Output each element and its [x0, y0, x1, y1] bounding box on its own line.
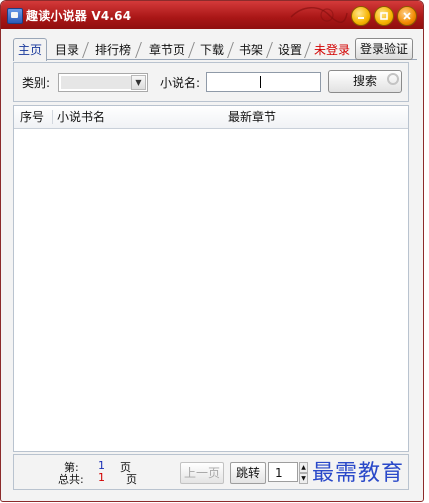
category-label: 类别: [22, 76, 51, 90]
novel-list[interactable]: 序号 小说书名 最新章节 [13, 105, 409, 452]
jump-button[interactable]: 跳转 [230, 462, 266, 484]
search-button[interactable]: 搜索 [328, 70, 402, 93]
tab-home[interactable]: 主页 [13, 38, 47, 61]
window-title: 趣读小说器 V4.64 [26, 9, 132, 23]
search-icon [387, 73, 399, 85]
total-pages-suffix: 页 [126, 473, 137, 486]
watermark: 最需教育 [312, 461, 405, 486]
page-number-input[interactable]: 1 [268, 462, 298, 482]
title-bar[interactable]: 趣读小说器 V4.64 [1, 1, 423, 29]
column-header-title[interactable]: 小说书名 [57, 106, 105, 128]
page-spinner[interactable]: ▲ ▼ [299, 462, 308, 484]
total-pages-prefix: 总共: [58, 473, 84, 486]
chevron-down-icon[interactable]: ▼ [131, 75, 146, 90]
category-value [61, 76, 131, 89]
total-pages-number: 1 [98, 471, 105, 484]
novel-name-label: 小说名: [160, 76, 201, 90]
spin-up-icon[interactable]: ▲ [299, 462, 308, 473]
minimize-icon[interactable] [351, 6, 371, 26]
tab-bookshelf[interactable]: 书架 [236, 40, 266, 60]
login-verify-button[interactable]: 登录验证 [355, 38, 413, 60]
list-header: 序号 小说书名 最新章节 [14, 106, 408, 129]
tab-chapter-page[interactable]: 章节页 [145, 40, 189, 60]
app-icon [7, 8, 23, 24]
previous-page-button[interactable]: 上一页 [180, 462, 224, 484]
text-caret [260, 76, 261, 88]
tab-settings[interactable]: 设置 [275, 40, 305, 60]
column-header-latest-chapter[interactable]: 最新章节 [228, 106, 276, 128]
app-window: 趣读小说器 V4.64 主页 目录 排行榜 章节页 下载 书架 设置 未登录 登… [0, 0, 424, 502]
spin-down-icon[interactable]: ▼ [299, 473, 308, 484]
tab-bar: 主页 目录 排行榜 章节页 下载 书架 设置 未登录 登录验证 [13, 38, 417, 61]
tab-ranking[interactable]: 排行榜 [91, 40, 135, 60]
novel-name-input[interactable] [206, 72, 321, 92]
search-button-label: 搜索 [352, 74, 377, 88]
category-select[interactable]: ▼ [58, 73, 148, 92]
tab-download[interactable]: 下载 [197, 40, 227, 60]
search-panel: 类别: ▼ 小说名: 搜索 [13, 62, 409, 102]
restore-icon[interactable] [374, 6, 394, 26]
close-icon[interactable] [397, 6, 417, 26]
column-header-index[interactable]: 序号 [20, 106, 44, 128]
login-status: 未登录 [313, 43, 350, 57]
titlebar-swirl-decoration [290, 7, 348, 23]
tab-catalog[interactable]: 目录 [51, 40, 83, 60]
